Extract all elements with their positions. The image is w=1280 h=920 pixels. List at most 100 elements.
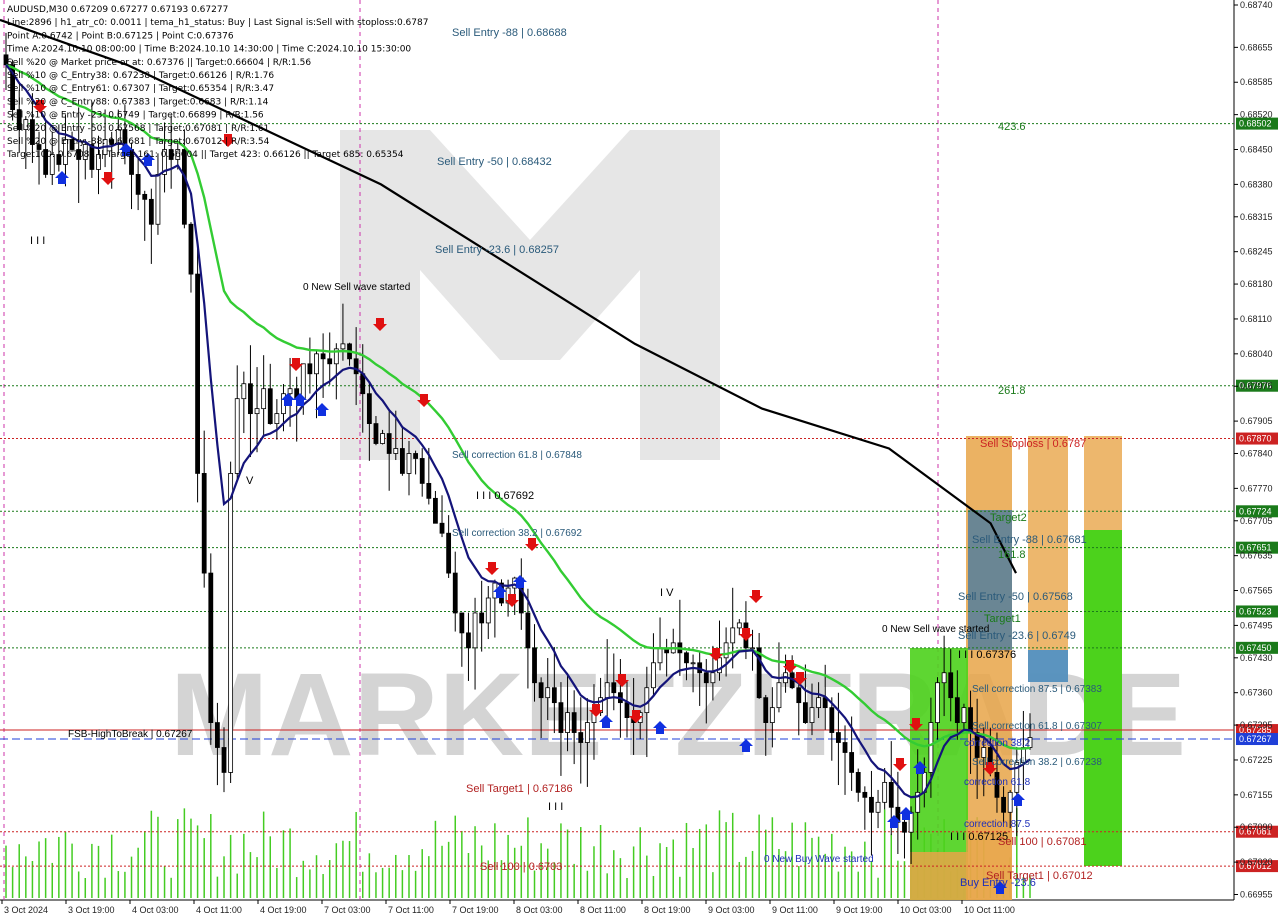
candle-body bbox=[466, 632, 471, 649]
x-tick-label: 10 Oct 11:00 bbox=[964, 905, 1015, 915]
y-tick-label: 0.68315 bbox=[1240, 212, 1273, 222]
y-tick-label: 0.67225 bbox=[1240, 755, 1273, 765]
x-tick-label: 7 Oct 19:00 bbox=[452, 905, 499, 915]
candle-body bbox=[307, 363, 313, 375]
x-tick-label: 7 Oct 03:00 bbox=[324, 905, 371, 915]
x-tick-label: 8 Oct 03:00 bbox=[516, 905, 563, 915]
x-tick-label: 8 Oct 19:00 bbox=[644, 905, 691, 915]
correction-61-right: correction 61.8 bbox=[964, 777, 1031, 788]
buy-entry-23: Buy Entry -23.6 bbox=[960, 877, 1036, 889]
candle-body bbox=[723, 642, 729, 659]
candle-body bbox=[201, 473, 207, 574]
candle-body bbox=[327, 358, 333, 365]
info-line: AUDUSD,M30 0.67209 0.67277 0.67193 0.672… bbox=[7, 5, 228, 15]
y-tick-label: 0.66955 bbox=[1240, 890, 1273, 900]
fib-261: 261.8 bbox=[998, 385, 1026, 397]
sell-entry-88-upper: Sell Entry -88 | 0.68688 bbox=[452, 27, 567, 39]
y-tick-label: 0.67430 bbox=[1240, 653, 1273, 663]
candle-body bbox=[314, 353, 319, 375]
correction-87-right: correction 87.5 bbox=[964, 819, 1031, 830]
info-line: Sell %20 @ C_Entry88: 0.67383 | Target:0… bbox=[7, 97, 269, 107]
info-line: Sell %20 @ Market price or at: 0.67376 |… bbox=[7, 58, 311, 68]
y-tick-label: 0.68655 bbox=[1240, 42, 1273, 52]
candle-body bbox=[267, 388, 273, 424]
x-tick-label: 9 Oct 11:00 bbox=[772, 905, 818, 915]
sell-correction-87-right: Sell correction 87.5 | 0.67383 bbox=[972, 684, 1102, 695]
y-tick-label: 0.67975 bbox=[1240, 381, 1273, 391]
x-tick-label: 7 Oct 11:00 bbox=[388, 905, 434, 915]
candle-body bbox=[228, 473, 234, 773]
sell-entry-50-upper: Sell Entry -50 | 0.68432 bbox=[437, 156, 552, 168]
y-tick-label: 0.67840 bbox=[1240, 448, 1273, 458]
candle-body bbox=[869, 796, 874, 813]
y-tick-label: 0.67705 bbox=[1240, 516, 1273, 526]
y-tick-label: 0.68740 bbox=[1240, 0, 1273, 10]
candle-body bbox=[413, 453, 419, 459]
candle-body bbox=[446, 532, 452, 574]
candle-body bbox=[954, 697, 960, 723]
candle-body bbox=[406, 453, 412, 474]
candle-body bbox=[935, 682, 940, 723]
candle-body bbox=[181, 149, 187, 225]
candle-body bbox=[439, 522, 445, 534]
candle-body bbox=[551, 687, 557, 704]
candle-body bbox=[1007, 791, 1013, 813]
candle-body bbox=[829, 707, 835, 733]
y-tick-label: 0.67635 bbox=[1240, 551, 1273, 561]
target1: Target1 bbox=[984, 613, 1021, 625]
sell-correction-61-right: Sell correction 61.8 | 0.67307 bbox=[972, 721, 1102, 732]
x-tick-label: 9 Oct 03:00 bbox=[708, 905, 755, 915]
candle-body bbox=[287, 388, 293, 395]
candle-body bbox=[538, 682, 544, 699]
y-tick-label: 0.68245 bbox=[1240, 247, 1273, 257]
candle-body bbox=[320, 353, 326, 360]
sell-entry-23-upper: Sell Entry -23.6 | 0.68257 bbox=[435, 244, 559, 256]
candle-body bbox=[842, 742, 848, 753]
new-sell-wave: 0 New Sell wave started bbox=[303, 282, 410, 293]
candle-body bbox=[836, 732, 841, 743]
wave-label-i: I I I bbox=[30, 235, 45, 247]
chart-canvas: MARKETZITRADE 0.685020.679760.678700.677… bbox=[0, 0, 1278, 915]
info-line: Sell %20 @ Entry -88: 0.67681 | Target:0… bbox=[7, 137, 270, 147]
x-tick-label: 3 Oct 2024 bbox=[4, 905, 48, 915]
candle-body bbox=[248, 383, 253, 415]
candle-body bbox=[902, 821, 907, 833]
candle-body bbox=[624, 702, 630, 719]
candle-body bbox=[353, 358, 359, 375]
info-line: Time A:2024.10.10 08:00:00 | Time B:2024… bbox=[6, 45, 411, 55]
candle-body bbox=[479, 612, 485, 624]
correction-38-right: correction 38.2 bbox=[964, 738, 1031, 749]
wave-label-iii-lower: I I I bbox=[548, 801, 563, 813]
y-tick-label: 0.67295 bbox=[1240, 720, 1273, 730]
level-67450-tag-label: 0.67450 bbox=[1239, 643, 1272, 653]
sell-correction-61-upper: Sell correction 61.8 | 0.67848 bbox=[452, 450, 582, 461]
level-67523-tag-label: 0.67523 bbox=[1239, 606, 1272, 616]
candle-body bbox=[366, 393, 372, 424]
candle-body bbox=[142, 193, 148, 200]
candle-body bbox=[135, 174, 141, 195]
y-tick-label: 0.67770 bbox=[1240, 483, 1273, 493]
y-tick-label: 0.68520 bbox=[1240, 110, 1273, 120]
candle-body bbox=[386, 433, 392, 454]
wave-label-v: V bbox=[246, 475, 254, 487]
candle-body bbox=[373, 423, 379, 444]
candle-body bbox=[459, 612, 465, 634]
candle-body bbox=[525, 612, 531, 649]
candle-body bbox=[941, 672, 947, 684]
candle-body bbox=[195, 273, 200, 474]
y-tick-label: 0.68450 bbox=[1240, 145, 1273, 155]
x-tick-label: 9 Oct 19:00 bbox=[836, 905, 883, 915]
candle-body bbox=[565, 712, 570, 733]
candle-body bbox=[380, 433, 385, 444]
candle-body bbox=[875, 801, 881, 813]
sell-entry-23-right: Sell Entry -23.6 | 0.6749 bbox=[958, 630, 1076, 642]
candle-body bbox=[399, 448, 405, 474]
time-axis: 3 Oct 2024 3 Oct 19:00 4 Oct 03:00 4 Oct 11… bbox=[1, 900, 1015, 915]
sell-entry-88-right: Sell Entry -88 | 0.67681 bbox=[972, 534, 1087, 546]
candle-body bbox=[961, 707, 967, 723]
info-line: Target100: 0.67081 || Target 161: 0.6660… bbox=[6, 150, 404, 160]
candle-body bbox=[684, 652, 689, 664]
y-tick-label: 0.68110 bbox=[1240, 314, 1272, 324]
candle-body bbox=[882, 781, 888, 803]
wave-iii-right: I I I 0.67376 bbox=[958, 649, 1016, 661]
